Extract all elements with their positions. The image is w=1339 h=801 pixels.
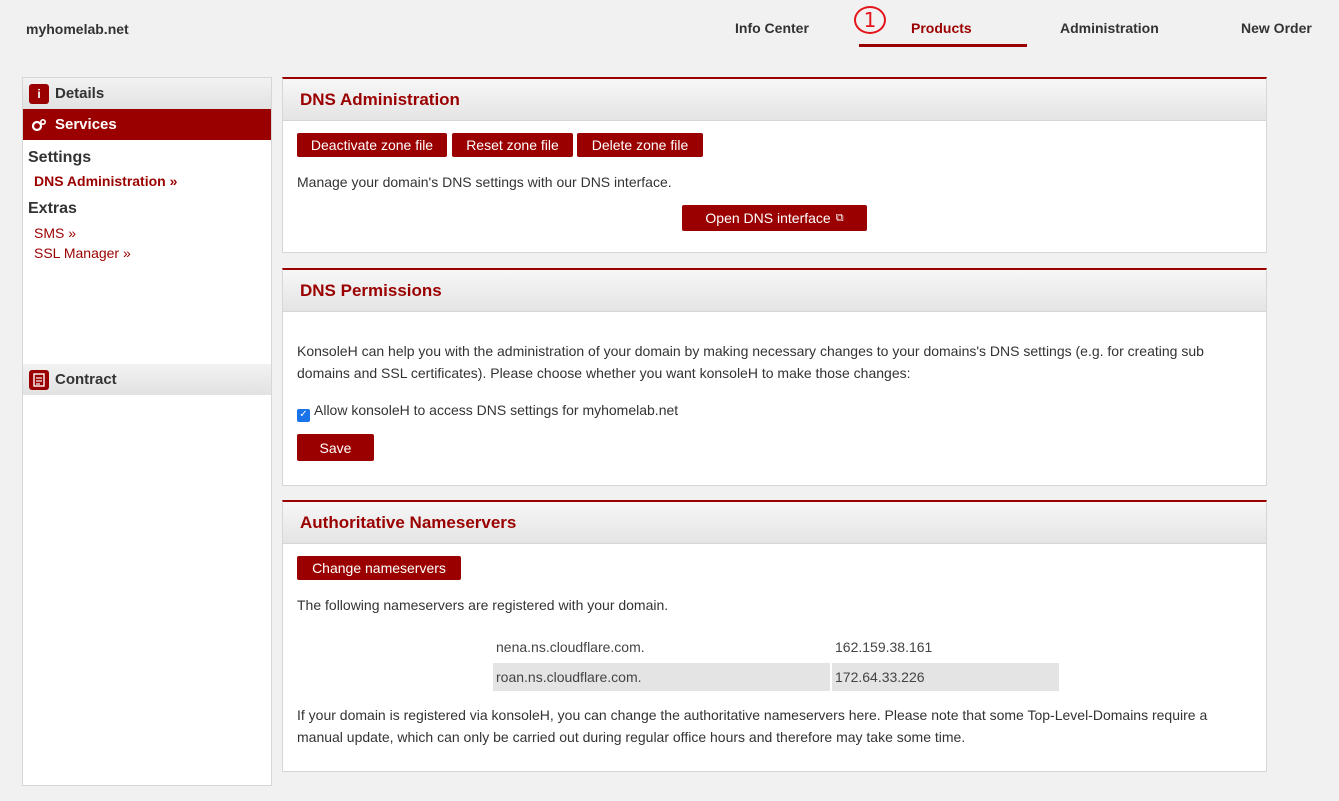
- dns-access-checkbox[interactable]: ✓: [297, 408, 310, 422]
- sidebar-contract[interactable]: Contract: [23, 364, 271, 395]
- sidebar-extras-heading: Extras: [28, 200, 77, 217]
- sidebar-details[interactable]: i Details: [23, 78, 271, 109]
- dns-admin-description: Manage your domain's DNS settings with o…: [297, 174, 672, 190]
- nav-new-order[interactable]: New Order: [1241, 20, 1312, 36]
- nameserver-ip: 172.64.33.226: [832, 663, 1059, 691]
- panel-dns-permissions: DNS Permissions KonsoleH can help you wi…: [282, 268, 1267, 486]
- site-brand: myhomelab.net: [26, 21, 129, 37]
- panel-dns-administration: DNS Administration Deactivate zone file …: [282, 77, 1267, 253]
- sidebar-details-label: Details: [55, 85, 105, 102]
- panel-title: Authoritative Nameservers: [283, 502, 1266, 544]
- nameserver-host: roan.ns.cloudflare.com.: [493, 663, 830, 691]
- open-dns-interface-label: Open DNS interface: [705, 210, 831, 226]
- gears-icon: [29, 115, 49, 135]
- dns-access-checkbox-label[interactable]: Allow konsoleH to access DNS settings fo…: [314, 402, 678, 418]
- annotation-1: 1: [854, 6, 886, 34]
- save-button[interactable]: Save: [297, 434, 374, 461]
- delete-zone-file-button[interactable]: Delete zone file: [577, 133, 703, 157]
- nav-administration[interactable]: Administration: [1060, 20, 1159, 36]
- open-dns-interface-button[interactable]: Open DNS interface ⧉: [682, 205, 867, 231]
- sidebar-contract-label: Contract: [55, 371, 117, 388]
- external-window-icon: ⧉: [835, 211, 844, 224]
- nameservers-description: The following nameservers are registered…: [297, 597, 669, 613]
- sidebar-link-ssl-manager[interactable]: SSL Manager »: [34, 245, 131, 261]
- deactivate-zone-file-button[interactable]: Deactivate zone file: [297, 133, 447, 157]
- sidebar-services[interactable]: Services: [23, 109, 271, 140]
- nav-info-center[interactable]: Info Center: [735, 20, 809, 36]
- info-icon: i: [29, 83, 49, 104]
- nameservers-table: nena.ns.cloudflare.com. 162.159.38.161 r…: [491, 631, 1061, 693]
- panel-title: DNS Administration: [283, 79, 1266, 121]
- sidebar: i Details Services Settings DNS Administ…: [22, 77, 272, 786]
- nameserver-host: nena.ns.cloudflare.com.: [496, 639, 645, 655]
- reset-zone-file-button[interactable]: Reset zone file: [452, 133, 573, 157]
- sidebar-settings-heading: Settings: [28, 149, 92, 166]
- nav-active-underline: [859, 44, 1027, 47]
- document-icon: [29, 369, 49, 390]
- table-row: nena.ns.cloudflare.com. 162.159.38.161: [493, 633, 1059, 661]
- dns-permissions-description: KonsoleH can help you with the administr…: [297, 343, 1204, 381]
- nameserver-ip: 162.159.38.161: [835, 639, 933, 655]
- dns-access-checkbox-row: ✓ Allow konsoleH to access DNS settings f…: [297, 399, 678, 422]
- sidebar-services-label: Services: [55, 116, 117, 133]
- nameservers-footer-note: If your domain is registered via konsole…: [297, 707, 1208, 745]
- sidebar-link-dns-administration[interactable]: DNS Administration »: [34, 173, 177, 189]
- table-row: roan.ns.cloudflare.com. 172.64.33.226: [493, 663, 1059, 691]
- sidebar-link-sms[interactable]: SMS »: [34, 225, 76, 241]
- panel-authoritative-nameservers: Authoritative Nameservers Change nameser…: [282, 500, 1267, 772]
- nav-products[interactable]: Products: [911, 20, 972, 36]
- panel-title: DNS Permissions: [283, 270, 1266, 312]
- change-nameservers-button[interactable]: Change nameservers: [297, 556, 461, 580]
